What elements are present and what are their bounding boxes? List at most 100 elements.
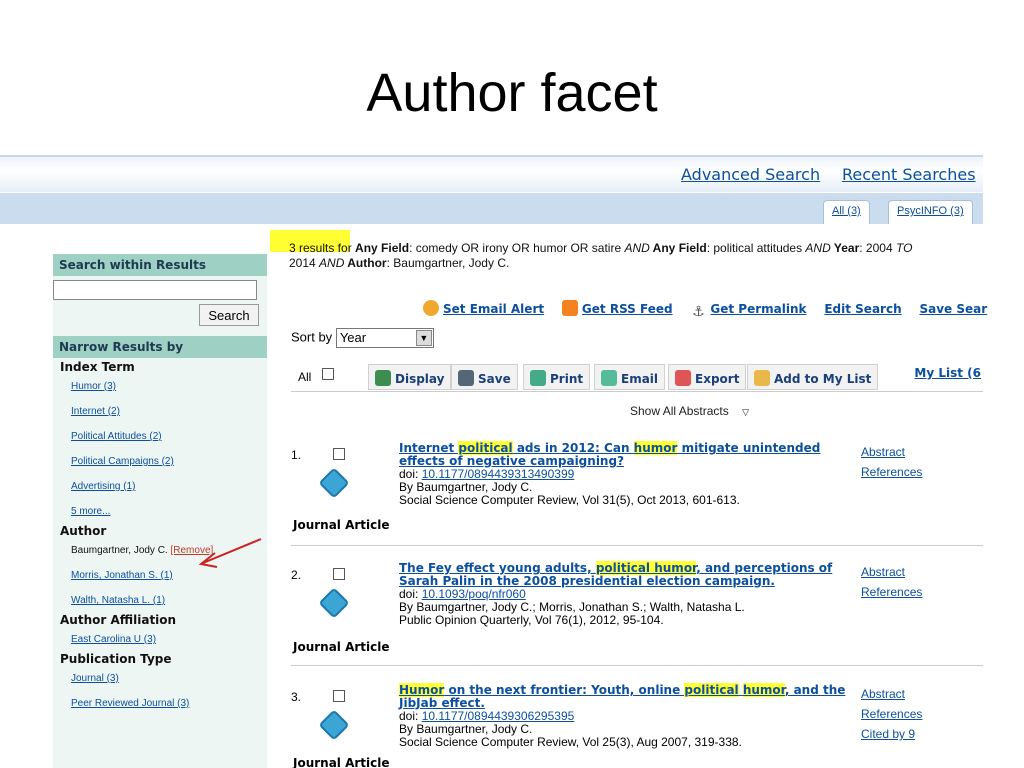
display-button[interactable]: Display (368, 364, 452, 390)
facet-political-campaigns[interactable]: Political Campaigns (2) (53, 449, 267, 474)
title-segment: Internet (399, 441, 459, 455)
database-tab-bar: All (3) PsycINFO (3) (0, 193, 983, 224)
query-field: Any Field (355, 241, 410, 255)
result-checkbox[interactable] (333, 447, 345, 465)
facet-internet[interactable]: Internet (2) (53, 399, 267, 424)
chevron-down-icon[interactable]: ▽ (742, 407, 749, 417)
facet-humor[interactable]: Humor (3) (53, 374, 267, 399)
sort-label: Sort by (291, 329, 333, 345)
sort-select[interactable]: Year ▼ (335, 328, 434, 348)
result-title-link[interactable]: The Fey effect young adults, political h… (399, 561, 859, 588)
export-icon (675, 370, 691, 386)
search-within-button[interactable]: Search (199, 304, 259, 326)
export-button[interactable]: Export (668, 364, 747, 390)
result-number: 1. (291, 448, 302, 462)
facet-more-link[interactable]: 5 more... (53, 499, 267, 524)
print-label: Print (550, 372, 584, 386)
result-type: Journal Article (293, 518, 390, 532)
save-search-link[interactable]: Save Sear (919, 302, 987, 316)
author-affiliation-header: Author Affiliation (60, 613, 177, 627)
result-number: 3. (291, 690, 302, 704)
tab-all[interactable]: All (3) (823, 200, 870, 224)
facet-author-walth[interactable]: Walth, Natasha L. (1) (53, 588, 267, 613)
floppy-disk-icon (458, 370, 474, 386)
selected-author-name: Baumgartner, Jody C. (71, 545, 168, 556)
result-body: The Fey effect young adults, political h… (399, 561, 859, 627)
get-permalink-link[interactable]: Get Permalink (710, 302, 806, 316)
result-number: 2. (291, 568, 302, 582)
facet-advertising[interactable]: Advertising (1) (53, 474, 267, 499)
query-text: : 2004 (859, 241, 896, 255)
edit-search-link[interactable]: Edit Search (824, 302, 901, 316)
publication-type-header: Publication Type (60, 652, 172, 666)
title-segment: The Fey effect young adults, (399, 561, 596, 575)
facet-east-carolina[interactable]: East Carolina U (3) (53, 627, 267, 652)
query-field: Any Field (649, 241, 707, 255)
abstract-link[interactable]: Abstract (861, 684, 922, 704)
result-links: Abstract References Cited by 9 (861, 684, 922, 744)
facet-journal[interactable]: Journal (3) (53, 666, 267, 691)
email-label: Email (621, 372, 659, 386)
chevron-down-icon[interactable]: ▼ (415, 330, 432, 346)
printer-icon (530, 370, 546, 386)
print-button[interactable]: Print (523, 364, 591, 390)
result-body: Internet political ads in 2012: Can humo… (399, 441, 859, 507)
email-button[interactable]: Email (594, 364, 666, 390)
title-highlight: humor (742, 683, 785, 697)
doi-link[interactable]: 10.1177/0894439313490399 (422, 467, 575, 481)
references-link[interactable]: References (861, 582, 922, 602)
journal-article-icon (318, 709, 350, 741)
search-within-header: Search within Results (53, 254, 267, 276)
tab-psycinfo[interactable]: PsycINFO (3) (888, 200, 973, 224)
doi-label: doi: (399, 587, 422, 601)
sort-control: Sort by Year ▼ (291, 328, 434, 348)
doi-link[interactable]: 10.1093/poq/nfr060 (422, 587, 526, 601)
folder-icon (754, 370, 770, 386)
result-checkbox[interactable] (333, 689, 345, 707)
result-source: Social Science Computer Review, Vol 25(3… (399, 735, 742, 749)
results-summary: 3 results for Any Field: comedy OR irony… (289, 241, 989, 271)
query-field: Year (830, 241, 860, 255)
doi-link[interactable]: 10.1177/0894439306295395 (422, 709, 575, 723)
title-highlight: humor (633, 441, 678, 455)
facet-political-attitudes[interactable]: Political Attitudes (2) (53, 424, 267, 449)
result-type: Journal Article (293, 756, 390, 768)
show-all-abstracts-label: Show All Abstracts (630, 404, 729, 418)
query-operator: AND (319, 256, 345, 270)
add-to-my-list-button[interactable]: Add to My List (747, 364, 879, 390)
title-highlight: political (684, 683, 739, 697)
rss-icon (561, 300, 578, 316)
result-title-link[interactable]: Humor on the next frontier: Youth, onlin… (399, 683, 859, 710)
references-link[interactable]: References (861, 704, 922, 724)
query-text: : political attitudes (706, 241, 806, 255)
recent-searches-link[interactable]: Recent Searches (842, 165, 976, 184)
save-button[interactable]: Save (451, 364, 518, 390)
select-all-checkbox[interactable] (322, 368, 334, 380)
query-operator: AND (805, 241, 831, 255)
display-label: Display (395, 372, 445, 386)
set-email-alert-link[interactable]: Set Email Alert (443, 302, 544, 316)
my-list-link[interactable]: My List (6 (914, 366, 981, 380)
get-rss-feed-link[interactable]: Get RSS Feed (582, 302, 673, 316)
cited-by-link[interactable]: Cited by 9 (861, 724, 922, 744)
abstract-link[interactable]: Abstract (861, 562, 922, 582)
annotation-arrow-icon (198, 538, 262, 568)
search-actions: Set Email Alert Get RSS Feed ⚓ Get Permal… (423, 300, 1001, 320)
journal-article-icon (318, 587, 350, 619)
advanced-search-link[interactable]: Advanced Search (681, 165, 820, 184)
facet-peer-reviewed[interactable]: Peer Reviewed Journal (3) (53, 691, 267, 716)
alarm-clock-icon (423, 300, 439, 316)
slide-title: Author facet (366, 63, 658, 123)
index-term-header: Index Term (60, 360, 135, 374)
references-link[interactable]: References (861, 462, 922, 482)
title-segment: ads in 2012: Can (512, 441, 634, 455)
result-checkbox[interactable] (333, 567, 345, 585)
journal-article-icon (318, 467, 350, 499)
abstract-link[interactable]: Abstract (861, 442, 922, 462)
show-all-abstracts[interactable]: Show All Abstracts ▽ (630, 404, 749, 418)
title-highlight: political (458, 441, 513, 455)
result-item: 3. Journal Article Humor on the next fro… (291, 682, 983, 768)
result-title-link[interactable]: Internet political ads in 2012: Can humo… (399, 441, 859, 468)
facet-sidebar: Search within Results Search Narrow Resu… (53, 254, 267, 768)
search-within-input[interactable] (53, 280, 257, 300)
